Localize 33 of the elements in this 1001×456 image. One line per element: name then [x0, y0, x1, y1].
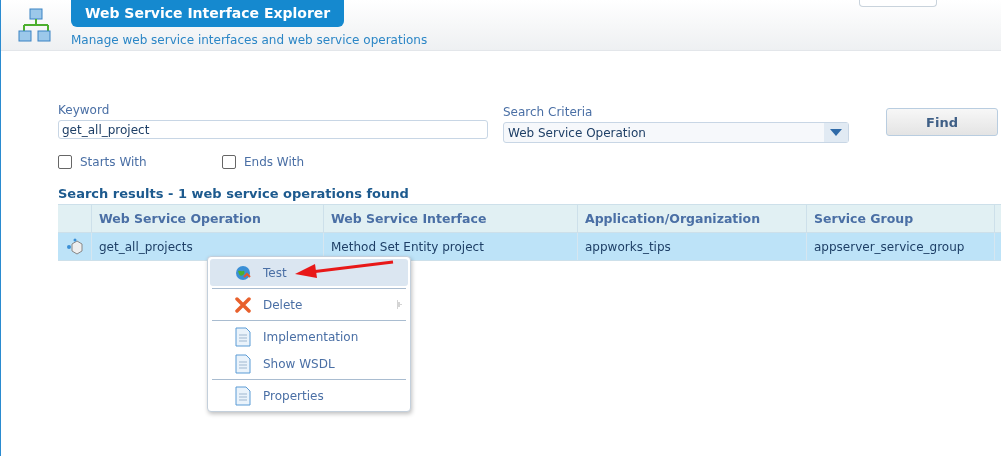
table-cell: appserver_service_group [806, 233, 994, 260]
document-icon [235, 353, 251, 374]
cube-icon [64, 237, 85, 256]
column-header[interactable]: Web Service Interface [323, 205, 577, 232]
page-subtitle: Manage web service interfaces and web service operations [71, 33, 428, 47]
caret-icon [830, 129, 842, 136]
delete-icon [235, 296, 251, 313]
table-row[interactable]: get_all_projects Method Set Entity project appworks_tips appserver_service_group [58, 233, 1001, 261]
page-title: Web Service Interface Explorer [71, 0, 345, 27]
keyword-label: Keyword [58, 103, 111, 119]
criteria-label: Search Criteria [503, 105, 594, 121]
criteria-dropdown[interactable]: Web Service Operation [503, 122, 849, 143]
column-header[interactable]: Web Service Operation [91, 205, 323, 232]
document-icon [235, 385, 251, 406]
network-icon [18, 7, 54, 43]
find-button[interactable]: Find [886, 108, 998, 136]
menu-item[interactable]: Show WSDL [210, 350, 408, 377]
menu-item[interactable]: Implementation [210, 323, 408, 350]
results-summary: Search results - 1 web service operations found [58, 186, 410, 201]
checkbox-label: Ends With [244, 155, 305, 169]
document-icon [235, 326, 251, 347]
globe-icon [235, 264, 251, 281]
menu-item[interactable]: Properties [210, 382, 408, 409]
checkbox[interactable] [58, 155, 72, 169]
column-header[interactable]: Application/Organization [577, 205, 806, 232]
keyword-field[interactable]: get_all_project [58, 120, 488, 139]
submenu-icon [397, 300, 402, 309]
table-cell: appworks_tips [577, 233, 806, 260]
menu-item[interactable]: Test [210, 259, 408, 286]
column-header[interactable]: Service Group [806, 205, 994, 232]
checkbox-label: Starts With [80, 155, 147, 169]
checkbox[interactable] [222, 155, 236, 169]
menu-item[interactable]: Delete [210, 291, 408, 318]
